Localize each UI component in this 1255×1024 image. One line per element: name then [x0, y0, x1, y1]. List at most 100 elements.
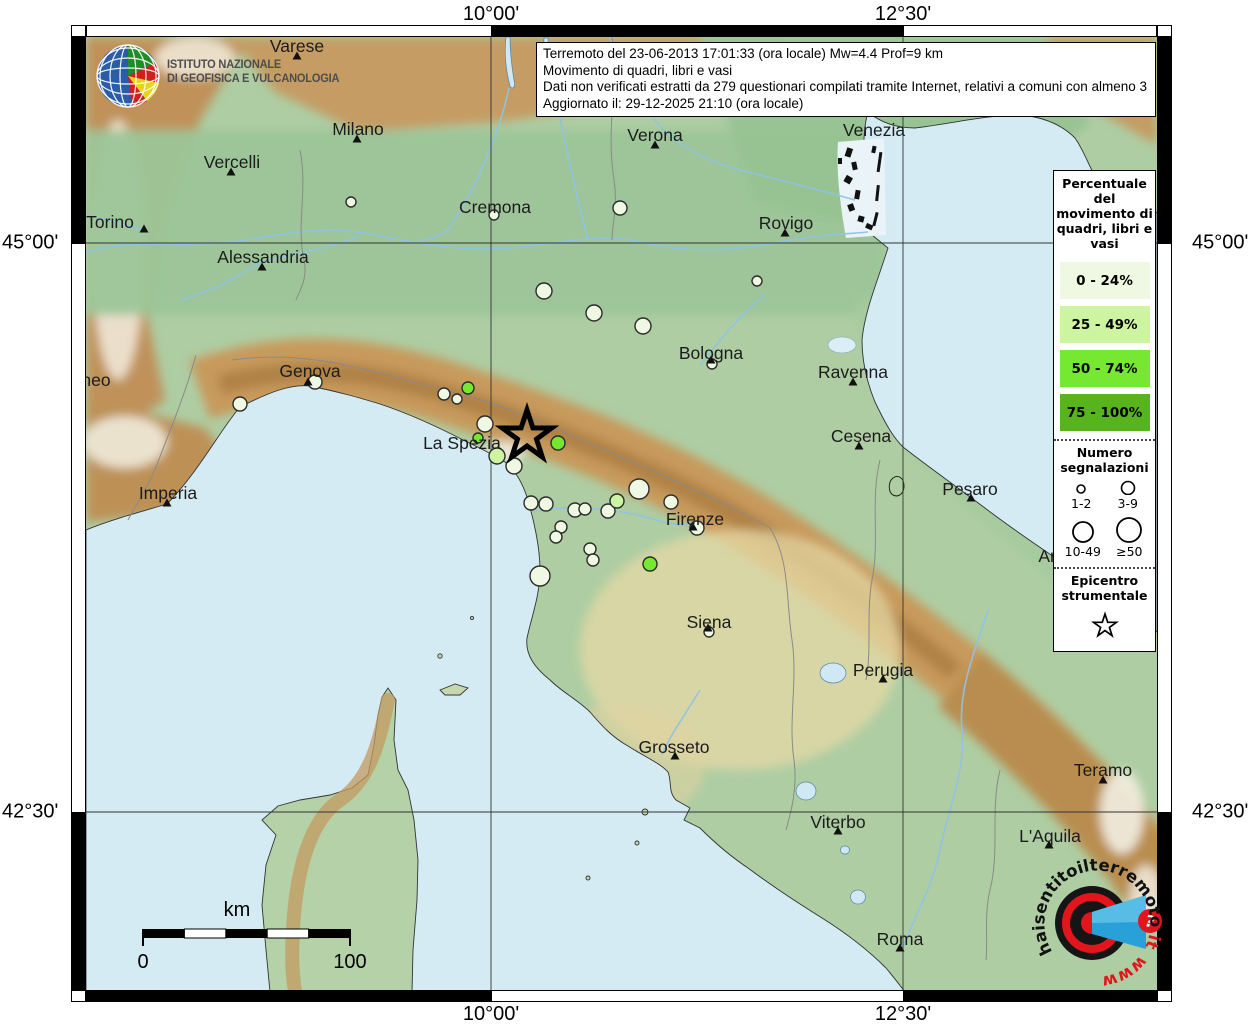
bullseye-icon: ? [1055, 886, 1162, 960]
axis-top-lon1: 10°00' [463, 3, 519, 26]
axis-top-lon2: 12°30' [875, 3, 931, 26]
frame-left-b2 [71, 812, 86, 990]
report-point [550, 531, 562, 543]
report-point [536, 283, 552, 299]
frame-left-w [71, 243, 86, 813]
city-label: Firenze [666, 509, 724, 529]
report-point [477, 416, 493, 432]
city-label: Viterbo [810, 812, 865, 832]
legend-divider-1 [1054, 439, 1155, 441]
report-point [629, 479, 649, 499]
report-point [587, 554, 599, 566]
city-label: Torino [86, 212, 134, 232]
frame-bot-b1 [86, 990, 492, 1002]
frame-corner-tr [1157, 25, 1172, 37]
signal-size-2-icon [1115, 479, 1141, 495]
city-label: Bologna [679, 343, 743, 363]
legend-class-1: 25 - 49% [1060, 306, 1150, 343]
legend-divider-2 [1054, 567, 1155, 569]
city-label: Cremona [459, 197, 531, 217]
signal-size-3-label: 10-49 [1065, 544, 1101, 559]
frame-bot-w [491, 990, 904, 1002]
axis-left-lat2: 42°30' [2, 801, 58, 824]
legend-title: Percentuale del movimento di quadri, lib… [1054, 174, 1155, 255]
city-label: Venezia [843, 120, 906, 140]
signal-size-3-icon [1068, 519, 1098, 543]
signal-size-2-label: 3-9 [1118, 496, 1138, 511]
report-point [438, 388, 450, 400]
legend-class-0: 0 - 24% [1060, 262, 1150, 299]
city-label: Perugia [853, 660, 914, 680]
city-label: Verona [627, 125, 683, 145]
frame-top-w1 [86, 25, 492, 37]
legend-epicenter-title: Epicentro strumentale [1054, 573, 1155, 603]
epicenter-star-icon [1088, 609, 1122, 641]
city-label: Roma [877, 929, 924, 949]
report-point [586, 305, 602, 321]
ingv-logo-text: ISTITUTO NAZIONALE DI GEOFISICA E VULCAN… [167, 58, 339, 86]
frame-corner-tl [71, 25, 86, 37]
city-label: Cesena [831, 426, 892, 446]
frame-right-w [1157, 243, 1172, 813]
signal-size-4-label: ≥50 [1116, 544, 1142, 559]
event-note: Dati non verificati estratti da 279 ques… [543, 79, 1149, 96]
city-label: Imperia [139, 483, 198, 503]
report-point [539, 497, 553, 511]
report-point [233, 397, 247, 411]
haisentitoilterremoto-watermark: ? haisentitoilterremoto.itwww. [1022, 845, 1178, 1001]
comacchio-lagoon [828, 337, 856, 353]
frame-right-b1 [1157, 37, 1172, 244]
frame-top-b [491, 25, 904, 37]
earthquake-map-page: { "title_box": { "lines": [ "Terremoto d… [0, 0, 1255, 1024]
event-info-box: Terremoto del 23-06-2013 17:01:33 (ora l… [536, 42, 1156, 117]
legend-signals-title: Numero segnalazioni [1054, 445, 1155, 475]
report-point [613, 201, 627, 215]
frame-top-w2 [903, 25, 1157, 37]
ingv-globe-icon [95, 43, 161, 109]
axis-left-lat1: 45°00' [2, 232, 58, 255]
city-label: Pesaro [942, 479, 997, 499]
axis-bottom-lon1: 10°00' [463, 1003, 519, 1024]
legend-class-2: 50 - 74% [1060, 350, 1150, 387]
ingv-line2: DI GEOFISICA E VULCANOLOGIA [167, 72, 339, 86]
report-point [635, 318, 651, 334]
epicenter-star-glyph [1093, 614, 1116, 636]
report-point [530, 566, 550, 586]
axis-bottom-lon2: 12°30' [875, 1003, 931, 1024]
city-label: Alessandria [217, 247, 309, 267]
report-point [462, 382, 474, 394]
city-label: La Spezia [423, 433, 501, 453]
signal-size-1-icon [1068, 479, 1094, 495]
report-point [551, 436, 565, 450]
city-label: Rovigo [759, 213, 813, 233]
report-point [610, 494, 624, 508]
map-canvas: km 0 100 VareseMilanoVercelliTorinoCremo… [86, 37, 1157, 990]
ingv-line1: ISTITUTO NAZIONALE [167, 58, 339, 72]
signal-size-1-label: 1-2 [1071, 496, 1091, 511]
city-label: neo [86, 370, 111, 390]
signal-size-4-icon [1114, 515, 1144, 543]
event-title: Terremoto del 23-06-2013 17:01:33 (ora l… [543, 46, 1149, 63]
city-label: Grosseto [639, 737, 710, 757]
city-label: Vercelli [204, 152, 260, 172]
event-subtitle: Movimento di quadri, libri e vasi [543, 63, 1149, 80]
city-label: Siena [687, 612, 732, 632]
report-point [452, 394, 462, 404]
city-label: Teramo [1074, 760, 1132, 780]
axis-right-lat1: 45°00' [1192, 232, 1248, 255]
legend-class-3: 75 - 100% [1060, 394, 1150, 431]
report-point [584, 543, 596, 555]
city-label: L'Aquila [1019, 826, 1081, 846]
report-point [524, 496, 538, 510]
axis-right-lat2: 42°30' [1192, 801, 1248, 824]
report-point [752, 276, 762, 286]
report-point [664, 495, 678, 509]
scale-end: 100 [333, 951, 366, 973]
scale-start: 0 [137, 951, 148, 973]
event-updated: Aggiornato il: 29-12-2025 21:10 (ora loc… [543, 96, 1149, 113]
frame-corner-bl [71, 990, 86, 1002]
scale-unit: km [224, 899, 251, 921]
ingv-logo: ISTITUTO NAZIONALE DI GEOFISICA E VULCAN… [95, 43, 495, 113]
frame-left-b1 [71, 37, 86, 244]
legend-panel: Percentuale del movimento di quadri, lib… [1053, 170, 1156, 652]
